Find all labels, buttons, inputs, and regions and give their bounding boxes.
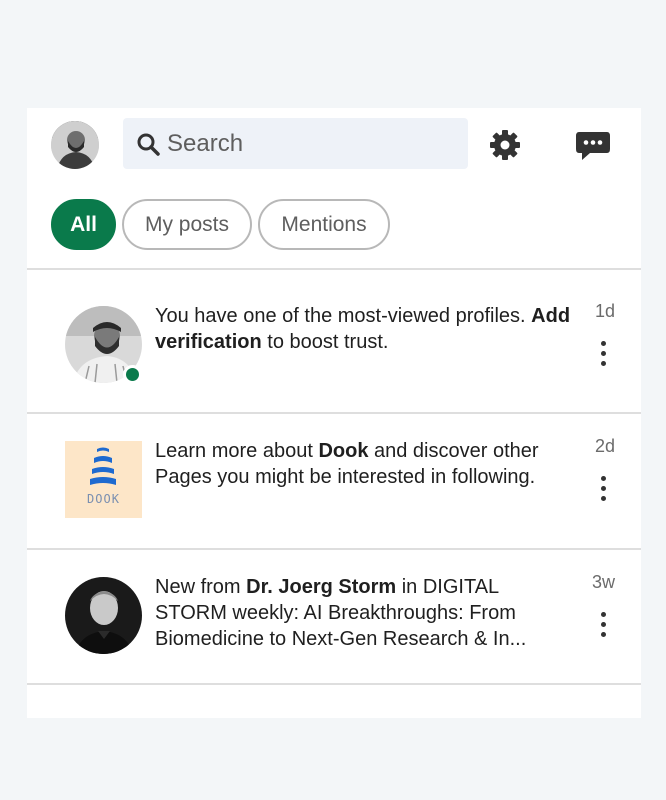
avatar xyxy=(65,577,142,654)
chat-bubble-icon[interactable] xyxy=(574,129,612,163)
company-logo: DOOK xyxy=(65,441,142,518)
text-part: Learn more about xyxy=(155,440,319,462)
online-status-dot xyxy=(123,365,142,384)
list-item[interactable]: DOOK Learn more about Dook and discover … xyxy=(27,414,641,550)
timestamp: 2d xyxy=(594,436,615,456)
text-bold[interactable]: Dook xyxy=(318,440,368,462)
notification-text: New from Dr. Joerg Storm in DIGITAL STOR… xyxy=(155,574,575,652)
text-part: to boost trust. xyxy=(261,331,389,353)
logo-text: DOOK xyxy=(87,492,120,506)
text-bold[interactable]: Dr. Joerg Storm xyxy=(246,576,396,598)
text-part: New from xyxy=(155,576,247,598)
timestamp: 3w xyxy=(591,572,615,592)
filter-pills: All My posts Mentions xyxy=(51,199,390,250)
text-part: You have one of the most-viewed profiles… xyxy=(155,305,532,327)
more-options-icon[interactable] xyxy=(599,476,607,502)
avatar[interactable] xyxy=(51,121,99,169)
more-options-icon[interactable] xyxy=(599,341,607,367)
more-options-icon[interactable] xyxy=(599,612,607,638)
search-placeholder: Search xyxy=(167,129,244,157)
filter-mentions[interactable]: Mentions xyxy=(258,199,390,250)
notification-text: You have one of the most-viewed profiles… xyxy=(155,303,575,355)
timestamp: 1d xyxy=(594,301,615,321)
filter-my-posts[interactable]: My posts xyxy=(122,199,252,250)
header: Search All My posts Mentions xyxy=(27,108,641,268)
search-input[interactable]: Search xyxy=(123,118,468,169)
dook-logo-icon xyxy=(65,441,142,518)
divider xyxy=(27,268,641,270)
divider xyxy=(27,683,641,685)
search-icon xyxy=(137,133,160,156)
notification-text: Learn more about Dook and discover other… xyxy=(155,438,575,490)
profile-photo-icon xyxy=(65,577,142,654)
gear-icon[interactable] xyxy=(488,128,522,162)
profile-photo-icon xyxy=(51,121,99,169)
list-item[interactable]: New from Dr. Joerg Storm in DIGITAL STOR… xyxy=(27,550,641,686)
filter-all[interactable]: All xyxy=(51,199,116,250)
notifications-panel: Search All My posts Mentions You have on… xyxy=(27,108,641,718)
list-item[interactable]: You have one of the most-viewed profiles… xyxy=(27,279,641,415)
